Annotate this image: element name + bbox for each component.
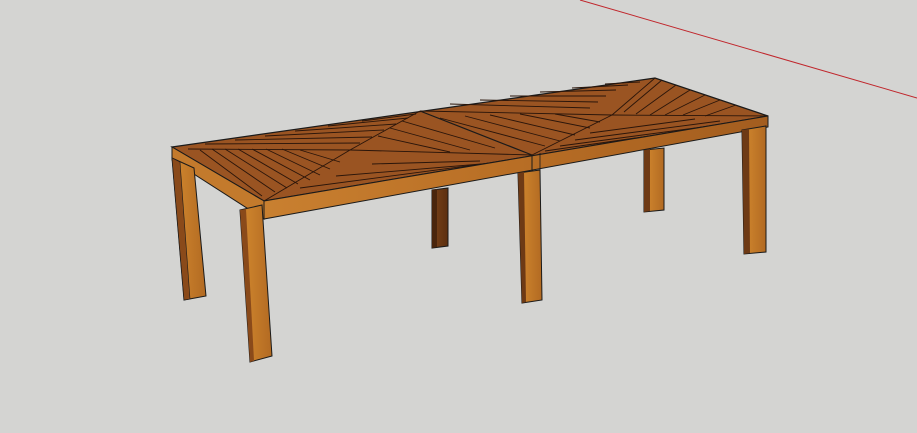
table-leg-front-left-corner[interactable] <box>239 204 273 363</box>
table-leg-back-middle[interactable] <box>431 187 449 249</box>
table-leg-back-left[interactable] <box>171 157 207 301</box>
modeling-viewport[interactable] <box>0 0 917 433</box>
table-leg-front-middle[interactable] <box>517 169 543 304</box>
table-model-scene[interactable] <box>0 0 917 433</box>
table-leg-front-right[interactable] <box>741 125 767 255</box>
table-leg-back-right[interactable] <box>643 147 665 213</box>
